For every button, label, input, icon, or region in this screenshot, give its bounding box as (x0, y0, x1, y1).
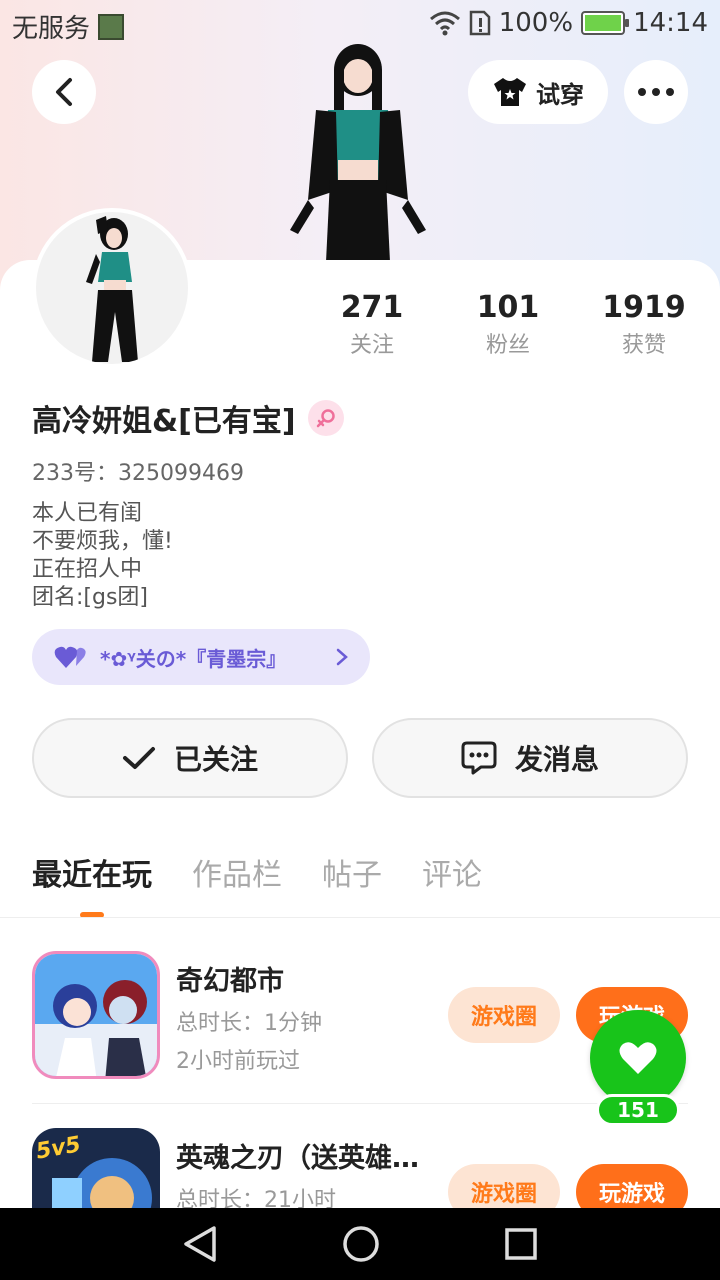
sim-alert-icon (469, 10, 490, 36)
stat-likes-label: 获赞 (621, 333, 666, 358)
tab-posts[interactable]: 帖子 (322, 850, 382, 894)
shirt-icon (494, 78, 526, 106)
like-count: 151 (596, 1094, 680, 1126)
clock: 14:14 (633, 8, 708, 38)
recents-nav-icon[interactable] (504, 1227, 538, 1261)
avatar-figure (86, 216, 138, 362)
more-dots-icon (638, 88, 674, 96)
bio-line: 本人已有闺 (32, 501, 143, 526)
tab-works[interactable]: 作品栏 (192, 850, 282, 894)
female-icon (307, 400, 344, 436)
home-nav-icon[interactable] (342, 1225, 380, 1263)
game-last-played: 2小时前玩过 (176, 1049, 300, 1074)
game-icon: 5v5 (32, 1128, 160, 1208)
stat-following-value: 271 (340, 290, 404, 325)
game-duration: 总时长：1分钟 (176, 1011, 322, 1036)
list-item[interactable]: 5v5 英魂之刃（送英雄… 总时长：21小时 游戏圈 玩游戏 (32, 1128, 688, 1208)
game-circle-button[interactable]: 游戏圈 (448, 987, 560, 1043)
bio-line: 正在招人中 (32, 557, 143, 582)
try-on-button[interactable]: 试穿 (468, 60, 608, 124)
stat-fans-label: 粉丝 (485, 333, 530, 358)
tabs-divider (0, 917, 720, 918)
chevron-right-icon (336, 648, 348, 666)
status-left: 无服务 (12, 8, 125, 45)
back-nav-icon[interactable] (182, 1224, 218, 1264)
app-notification-icon (98, 13, 125, 40)
row-divider (32, 1103, 688, 1104)
system-nav-bar (0, 1208, 720, 1280)
stat-fans[interactable]: 101 粉丝 (438, 288, 578, 368)
user-id: 233号：325099469 (32, 461, 244, 486)
send-message-label: 发消息 (514, 743, 599, 776)
stat-likes[interactable]: 1919 获赞 (574, 288, 714, 368)
tab-recent-played[interactable]: 最近在玩 (32, 850, 152, 894)
nickname: 高冷妍姐&[已有宝] (32, 404, 296, 439)
game-icon (32, 951, 160, 1079)
try-on-label: 试穿 (536, 80, 584, 109)
following-label: 已关注 (173, 743, 258, 776)
stat-likes-value: 1919 (602, 290, 686, 325)
heart-group-icon (54, 646, 86, 668)
back-button[interactable] (32, 60, 96, 124)
play-game-button[interactable]: 玩游戏 (576, 1164, 688, 1208)
guild-name: *✿ᵞ关の*『青墨宗』 (100, 646, 287, 671)
wifi-icon (429, 11, 460, 36)
game-duration: 总时长：21小时 (176, 1188, 336, 1208)
carrier-text: 无服务 (12, 14, 91, 44)
chat-bubble-icon (461, 741, 497, 775)
check-icon (122, 747, 155, 769)
stat-following[interactable]: 271 关注 (302, 288, 442, 368)
tab-comments[interactable]: 评论 (422, 850, 482, 894)
game-title: 奇幻都市 (176, 966, 284, 997)
heart-icon (619, 1042, 657, 1074)
profile-tabs: 最近在玩 作品栏 帖子 评论 (32, 850, 482, 894)
stat-fans-value: 101 (476, 290, 540, 325)
stat-following-label: 关注 (349, 333, 394, 358)
send-message-button[interactable]: 发消息 (372, 718, 688, 798)
guild-badge[interactable]: *✿ᵞ关の*『青墨宗』 (32, 629, 370, 685)
bio: 本人已有闺 不要烦我，懂! 正在招人中 团名:[gs团] (32, 500, 173, 612)
battery-icon (581, 11, 630, 35)
bio-line: 团名:[gs团] (32, 585, 149, 610)
avatar[interactable] (32, 208, 192, 368)
nickname-row: 高冷妍姐&[已有宝] (32, 396, 344, 440)
more-options-button[interactable] (624, 60, 688, 124)
game-circle-button[interactable]: 游戏圈 (448, 1164, 560, 1208)
battery-percent: 100% (498, 8, 574, 38)
like-button[interactable] (590, 1010, 686, 1106)
chevron-left-icon (56, 78, 72, 106)
status-right: 100% 14:14 (429, 8, 708, 38)
avatar-3d-figure (290, 44, 426, 262)
game-title: 英魂之刃（送英雄… (176, 1143, 419, 1174)
following-button[interactable]: 已关注 (32, 718, 348, 798)
list-item[interactable]: 奇幻都市 总时长：1分钟 2小时前玩过 游戏圈 玩游戏 (32, 951, 688, 1101)
bio-line: 不要烦我，懂! (32, 529, 173, 554)
